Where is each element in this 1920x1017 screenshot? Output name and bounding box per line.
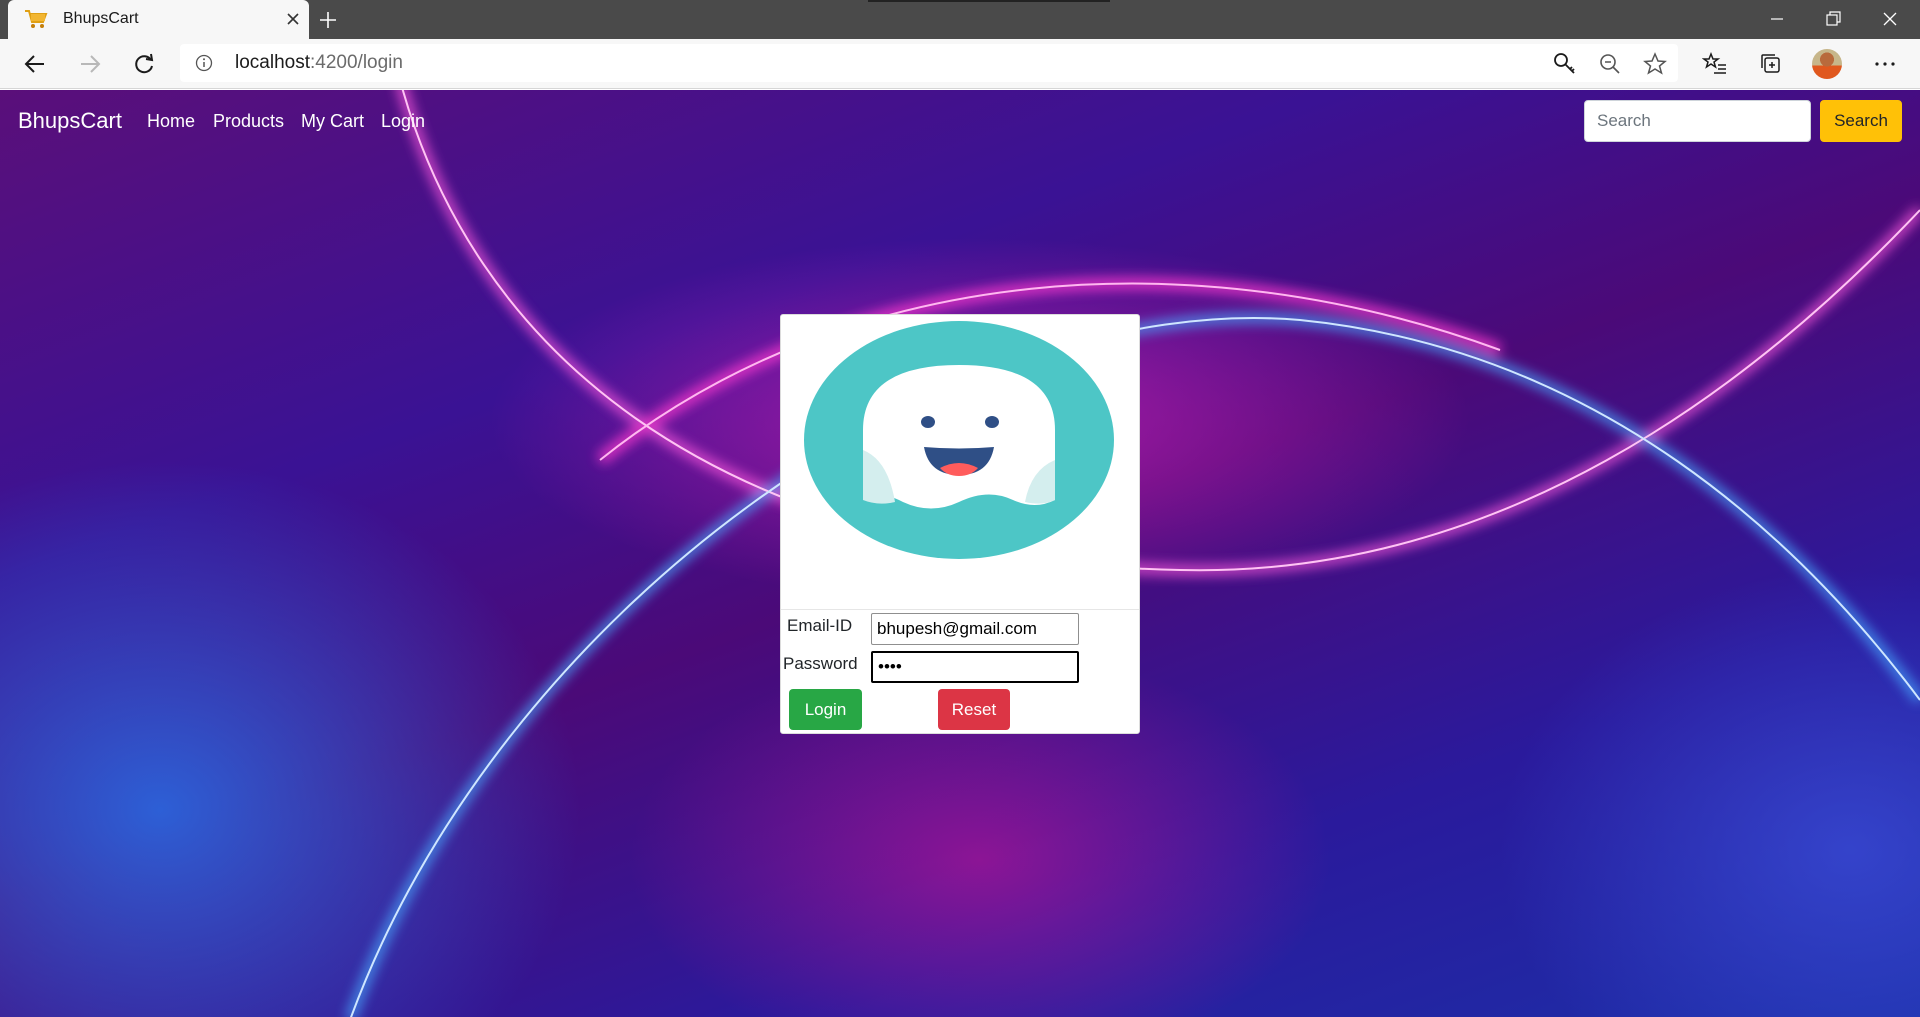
forward-icon[interactable]	[77, 51, 103, 77]
close-window-icon[interactable]	[1880, 9, 1900, 29]
cart-favicon-icon	[25, 10, 48, 28]
key-icon[interactable]	[1552, 51, 1578, 77]
nav-my-cart[interactable]: My Cart	[301, 111, 364, 132]
more-icon[interactable]	[1872, 51, 1898, 77]
favorites-icon[interactable]	[1702, 51, 1728, 77]
card-divider	[781, 609, 1139, 610]
email-field[interactable]	[871, 613, 1079, 645]
nav-login[interactable]: Login	[381, 111, 425, 132]
page-background: BhupsCart Home Products My Cart Login Se…	[0, 90, 1920, 1017]
login-card: Email-ID Password Login Reset	[780, 314, 1140, 734]
login-button[interactable]: Login	[789, 689, 862, 730]
search-input[interactable]	[1584, 100, 1811, 142]
restore-icon[interactable]	[1823, 9, 1843, 29]
email-label: Email-ID	[787, 616, 853, 635]
back-icon[interactable]	[22, 51, 48, 77]
url-host: localhost	[235, 52, 310, 73]
tab-strip: BhupsCart	[0, 0, 1920, 39]
password-label: Password	[783, 654, 858, 673]
url-text: localhost:4200/login	[235, 52, 403, 74]
password-field[interactable]	[871, 651, 1079, 683]
browser-tab[interactable]: BhupsCart	[8, 0, 309, 39]
star-icon[interactable]	[1642, 51, 1668, 77]
drag-indicator	[868, 0, 1110, 2]
reset-button[interactable]: Reset	[938, 689, 1010, 730]
collections-icon[interactable]	[1758, 51, 1784, 77]
url-path: :4200/login	[310, 52, 403, 73]
search-button[interactable]: Search	[1820, 100, 1902, 142]
minimize-icon[interactable]	[1767, 9, 1787, 29]
profile-avatar[interactable]	[1812, 49, 1842, 79]
nav-home[interactable]: Home	[147, 111, 195, 132]
refresh-icon[interactable]	[131, 51, 157, 77]
tab-title: BhupsCart	[63, 10, 139, 27]
brand-link[interactable]: BhupsCart	[18, 108, 122, 134]
nav-products[interactable]: Products	[213, 111, 284, 132]
address-toolbar: localhost:4200/login	[0, 39, 1920, 89]
new-tab-icon[interactable]	[318, 10, 338, 30]
url-bar[interactable]: localhost:4200/login	[180, 44, 1678, 82]
info-icon[interactable]	[195, 54, 213, 72]
zoom-out-icon[interactable]	[1597, 51, 1623, 77]
site-navbar: BhupsCart Home Products My Cart Login Se…	[0, 90, 1920, 150]
close-tab-icon[interactable]	[286, 12, 300, 26]
ghost-logo-image	[804, 321, 1114, 559]
